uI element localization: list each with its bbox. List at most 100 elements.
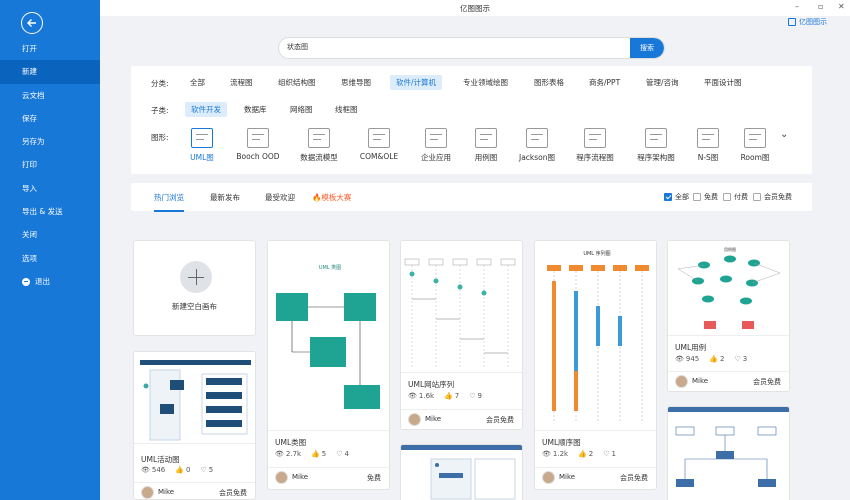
eye-icon: 👁 <box>275 450 284 458</box>
category-professional[interactable]: 专业领域绘图 <box>457 75 514 90</box>
heart-icon: ♡ <box>200 466 207 474</box>
template-card[interactable] <box>400 444 523 500</box>
category-management[interactable]: 管理/咨询 <box>640 75 685 90</box>
sidebar-item-print[interactable]: 打印 <box>0 153 100 176</box>
sidebar-item-import[interactable]: 导入 <box>0 177 100 200</box>
new-blank-label: 新建空白画布 <box>172 302 217 311</box>
template-card[interactable] <box>667 406 790 500</box>
svg-text:UML 类图: UML 类图 <box>319 264 341 271</box>
sidebar-item-close[interactable]: 关闭 <box>0 223 100 246</box>
filter-panel: 分类: 全部 流程图 组织结构图 思维导图 软件/计算机 专业领域绘图 图形表格… <box>131 66 812 174</box>
ns-icon <box>697 128 719 148</box>
subcategory-software-dev[interactable]: 软件开发 <box>185 102 227 117</box>
new-blank-canvas-card[interactable]: 新建空白画布 <box>133 240 256 336</box>
author-row: Mike 会员免费 <box>134 482 255 499</box>
title-bar: 亿图图示 – ▫ ✕ <box>100 0 850 16</box>
category-graphic-table[interactable]: 图形表格 <box>528 75 570 90</box>
plus-icon <box>180 261 212 293</box>
category-software[interactable]: 软件/计算机 <box>390 75 443 90</box>
category-all[interactable]: 全部 <box>184 75 211 90</box>
category-flowchart[interactable]: 流程图 <box>224 75 259 90</box>
back-button[interactable] <box>21 12 43 34</box>
option-paid[interactable]: 付费 <box>723 192 748 202</box>
sidebar: 打开 新建 云文档 保存 另存为 打印 导入 导出 & 发送 关闭 选项 退出 <box>0 0 100 500</box>
close-icon[interactable]: ✕ <box>838 2 845 11</box>
shape-dataflow[interactable]: 数据流模型 <box>289 128 349 163</box>
shape-program-arch[interactable]: 程序架构图 <box>626 128 686 163</box>
template-card[interactable]: UML 类图 UML类图 👁 2.7k 👍 5 ♡ 4 Mike 免费 <box>267 240 390 490</box>
subcategory-network[interactable]: 网络图 <box>284 102 319 117</box>
option-free[interactable]: 免费 <box>693 192 718 202</box>
svg-text:用例图: 用例图 <box>724 246 736 252</box>
shape-room[interactable]: Room图 <box>725 128 785 163</box>
checkbox-checked-icon <box>664 193 672 201</box>
shape-program-flow[interactable]: 程序流程图 <box>565 128 625 163</box>
minimize-icon[interactable]: – <box>795 2 799 11</box>
room-icon <box>744 128 766 148</box>
jackson-icon <box>526 128 548 148</box>
template-stats: 👁 1.2k 👍 2 ♡ 1 <box>542 450 617 458</box>
thumbs-up-icon: 👍 <box>444 392 453 400</box>
uml-icon <box>191 128 213 148</box>
category-mindmap[interactable]: 思维导图 <box>335 75 377 90</box>
category-business-ppt[interactable]: 商务/PPT <box>583 75 626 90</box>
shape-uml[interactable]: UML图 <box>172 128 232 163</box>
sidebar-item-cloud-docs[interactable]: 云文档 <box>0 84 100 107</box>
shape-booch[interactable]: Booch OOD <box>228 128 288 161</box>
avatar <box>675 375 688 388</box>
eye-icon: 👁 <box>542 450 551 458</box>
avatar <box>542 471 555 484</box>
template-title: UML用例 <box>675 343 707 352</box>
template-thumbnail: 用例图 <box>668 241 789 336</box>
dataflow-icon <box>308 128 330 148</box>
template-card[interactable]: UML活动图 👁 546 👍 0 ♡ 5 Mike 会员免费 <box>133 351 256 500</box>
program-flow-icon <box>584 128 606 148</box>
search-button[interactable]: 搜索 <box>630 38 664 58</box>
sidebar-item-options[interactable]: 选项 <box>0 247 100 270</box>
template-stats: 👁 2.7k 👍 5 ♡ 4 <box>275 450 350 458</box>
template-card[interactable]: UML 序列图 UML顺序图 👁 1.2k 👍 2 ♡ 1 Mike 会员免费 <box>534 240 657 490</box>
template-thumbnail: UML 序列图 <box>535 241 656 431</box>
template-stats: 👁 945 👍 2 ♡ 3 <box>675 355 748 363</box>
sidebar-item-export[interactable]: 导出 & 发送 <box>0 200 100 223</box>
tab-contest[interactable]: 🔥模板大赛 <box>312 192 351 203</box>
heart-icon: ♡ <box>469 392 476 400</box>
shape-com-ole[interactable]: COM&OLE <box>349 128 409 161</box>
template-title: UML活动图 <box>141 455 180 464</box>
template-card[interactable]: 用例图 UML用例 👁 945 👍 2 ♡ 3 Mike 会员免费 <box>667 240 790 392</box>
user-account[interactable]: 亿图图示 <box>788 17 827 27</box>
search-input[interactable] <box>287 43 587 51</box>
com-ole-icon <box>368 128 390 148</box>
option-member-free[interactable]: 会员免费 <box>753 192 792 202</box>
maximize-icon[interactable]: ▫ <box>818 2 823 11</box>
svg-text:UML 序列图: UML 序列图 <box>583 250 610 257</box>
subcategory-database[interactable]: 数据库 <box>238 102 273 117</box>
checkbox-icon <box>693 193 701 201</box>
sidebar-item-save-as[interactable]: 另存为 <box>0 130 100 153</box>
tab-latest[interactable]: 最新发布 <box>210 192 240 203</box>
subcategory-wireframe[interactable]: 线框图 <box>329 102 364 117</box>
avatar <box>141 486 154 499</box>
sidebar-item-save[interactable]: 保存 <box>0 107 100 130</box>
sidebar-item-open[interactable]: 打开 <box>0 37 100 60</box>
sequence-diagram-preview <box>404 258 516 369</box>
template-stats: 👁 1.6k 👍 7 ♡ 9 <box>408 392 483 400</box>
author-row: Mike 会员免费 <box>668 371 789 391</box>
user-icon <box>788 18 796 26</box>
flow-diagram-preview <box>401 445 522 500</box>
tab-popular[interactable]: 最受欢迎 <box>265 192 295 203</box>
tab-hot[interactable]: 热门浏览 <box>154 192 184 212</box>
sort-tabs: 热门浏览 最新发布 最受欢迎 🔥模板大赛 全部 免费 付费 会员免费 <box>131 183 812 212</box>
template-card[interactable]: UML网站序列 👁 1.6k 👍 7 ♡ 9 Mike 会员免费 <box>400 240 523 430</box>
booch-icon <box>247 128 269 148</box>
category-graphic-design[interactable]: 平面设计图 <box>698 75 748 90</box>
template-thumbnail <box>401 445 522 500</box>
author-row: Mike 会员免费 <box>535 467 656 487</box>
option-all[interactable]: 全部 <box>664 192 689 202</box>
sidebar-item-new[interactable]: 新建 <box>0 60 100 84</box>
shape-label: 图形: <box>151 133 169 142</box>
sidebar-item-exit[interactable]: 退出 <box>0 270 100 293</box>
chevron-down-icon[interactable]: ⌄ <box>780 129 788 140</box>
shape-jackson[interactable]: Jackson图 <box>507 128 567 163</box>
category-org-chart[interactable]: 组织结构图 <box>272 75 322 90</box>
